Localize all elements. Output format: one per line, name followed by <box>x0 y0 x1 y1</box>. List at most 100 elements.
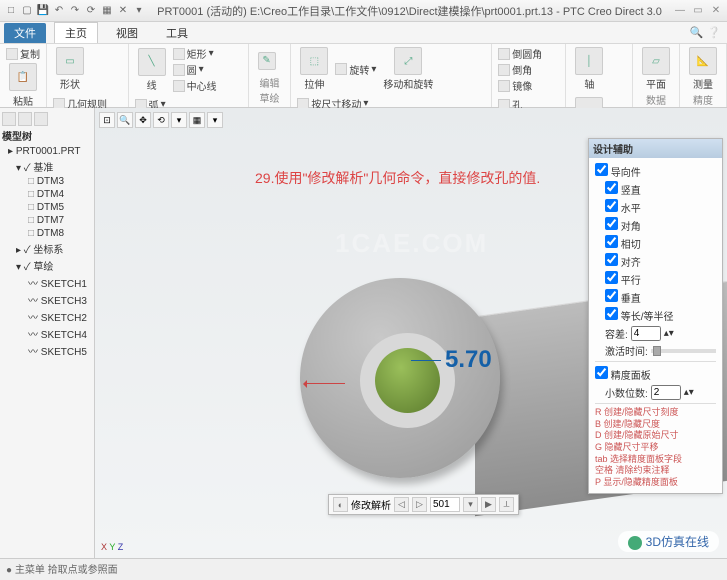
plane2-button[interactable]: ▱平面 <box>639 46 673 92</box>
measure-button[interactable]: 📐测量 <box>686 46 720 92</box>
check-align[interactable]: 对齐 <box>605 252 716 270</box>
delay-slider[interactable] <box>651 349 716 353</box>
model-tree[interactable]: ▸ PRT0001.PRT ▾ ✓ 基准 DTM3 DTM4 DTM5 DTM7… <box>2 145 92 359</box>
status-message: ● 主菜单 拾取点或参照面 <box>6 561 118 576</box>
ctx-value-input[interactable]: 501 <box>430 497 460 512</box>
decimals-input[interactable] <box>651 385 681 400</box>
open-icon[interactable]: ▢ <box>20 4 34 18</box>
tree-item[interactable]: DTM7 <box>2 214 92 227</box>
tree-csys-group[interactable]: ▸ ✓ 坐标系 <box>2 240 92 257</box>
centerline-button[interactable]: 中心线 <box>173 78 217 93</box>
ctx-cancel-icon[interactable]: ⟂ <box>499 497 514 512</box>
graphics-viewport[interactable]: ⊡ 🔍 ✥ ⟲ ▾ ▦ ▾ 29.使用"修改解析"几何命令，直接修改孔的值. 5… <box>95 108 727 558</box>
guide-section-check[interactable]: 导向件 <box>595 162 716 180</box>
axis-button[interactable]: │轴 <box>572 46 606 92</box>
pan-icon[interactable]: ✥ <box>135 112 151 128</box>
tree-expand-icon[interactable] <box>2 112 16 126</box>
hole-dimension[interactable]: 5.70 <box>411 346 492 374</box>
precision-section-check[interactable]: 精度面板 <box>595 365 716 383</box>
zoom-icon[interactable]: 🔍 <box>117 112 133 128</box>
maximize-icon[interactable]: ▭ <box>691 4 705 18</box>
extrude-button[interactable]: ⬚拉伸 <box>297 46 331 92</box>
regen-icon[interactable]: ⟳ <box>84 4 98 18</box>
new-icon[interactable]: □ <box>4 4 18 18</box>
save-icon[interactable]: 💾 <box>36 4 50 18</box>
style-dd-icon[interactable]: ▾ <box>207 112 223 128</box>
ctx-dd-icon[interactable]: ▾ <box>463 497 478 512</box>
check-tangent[interactable]: 相切 <box>605 234 716 252</box>
redo-icon[interactable]: ↷ <box>68 4 82 18</box>
data-group: ▱平面 数据 <box>633 44 680 107</box>
tolerance-row: 容差: ▴▾ <box>605 326 716 341</box>
tree-item[interactable]: 〰 SKETCH3 <box>2 291 92 308</box>
watermark: 1CAE.COM <box>335 228 488 259</box>
design-assist-panel: 设计辅助 导向件 竖直 水平 对角 相切 对齐 平行 垂直 等长/等半径 容差:… <box>588 138 723 494</box>
spinner-icon[interactable]: ▴▾ <box>664 328 674 339</box>
paste-button[interactable]: 📋粘贴 <box>6 62 40 109</box>
instruction-annotation: 29.使用"修改解析"几何命令，直接修改孔的值. <box>255 168 540 188</box>
windows-icon[interactable]: ▦ <box>100 4 114 18</box>
tree-item[interactable]: 〰 SKETCH4 <box>2 325 92 342</box>
dimension-arrow <box>305 383 345 384</box>
tolerance-input[interactable] <box>631 326 661 341</box>
tree-filter-icon[interactable] <box>18 112 32 126</box>
mirror-button[interactable]: 镜像 <box>498 78 542 93</box>
ctx-cmd-icon[interactable]: ◐ <box>333 497 348 512</box>
home-tab[interactable]: 主页 <box>54 22 98 43</box>
move-rotate-button[interactable]: ⤢移动和旋转 <box>380 46 436 92</box>
tree-sketch-group[interactable]: ▾ ✓ 草绘 <box>2 257 92 274</box>
ribbon-tabs: 文件 主页 视图 工具 🔍 ❔ <box>0 22 727 44</box>
tree-header: 模型树 <box>2 128 92 143</box>
view-dd-icon[interactable]: ▾ <box>171 112 187 128</box>
close-icon[interactable]: ✕ <box>709 4 723 18</box>
view-tab[interactable]: 视图 <box>106 23 148 43</box>
ctx-accept-icon[interactable]: ▶ <box>481 497 496 512</box>
minimize-icon[interactable]: — <box>673 4 687 18</box>
line-button[interactable]: ╲线 <box>135 47 169 93</box>
editsketch-group: ✎ 编辑草绘 <box>249 44 292 107</box>
more-icon[interactable]: ▾ <box>132 4 146 18</box>
tree-toolbar <box>2 112 92 126</box>
shape-select-button[interactable]: ▭形状 <box>53 46 87 92</box>
check-horizontal[interactable]: 水平 <box>605 198 716 216</box>
close-win-icon[interactable]: ✕ <box>116 4 130 18</box>
tree-item[interactable]: DTM3 <box>2 175 92 188</box>
data-label: 数据 <box>639 92 673 109</box>
help-icon[interactable]: ❔ <box>707 26 721 39</box>
file-tab[interactable]: 文件 <box>4 23 46 43</box>
round-button[interactable]: 倒圆角 <box>498 46 542 61</box>
tree-datum-group[interactable]: ▾ ✓ 基准 <box>2 158 92 175</box>
undo-icon[interactable]: ↶ <box>52 4 66 18</box>
tree-item[interactable]: DTM8 <box>2 227 92 240</box>
tree-item[interactable]: 〰 SKETCH1 <box>2 274 92 291</box>
tree-item[interactable]: 〰 SKETCH5 <box>2 342 92 359</box>
fit-icon[interactable]: ⊡ <box>99 112 115 128</box>
ctx-next-icon[interactable]: ▷ <box>412 497 427 512</box>
rotate-icon[interactable]: ⟲ <box>153 112 169 128</box>
check-vertical[interactable]: 竖直 <box>605 180 716 198</box>
style-icon[interactable]: ▦ <box>189 112 205 128</box>
tree-item[interactable]: DTM4 <box>2 188 92 201</box>
circle-button[interactable]: 圆▾ <box>173 62 217 77</box>
check-perp[interactable]: 垂直 <box>605 288 716 306</box>
tree-root[interactable]: ▸ PRT0001.PRT <box>2 145 92 158</box>
check-equal[interactable]: 等长/等半径 <box>605 306 716 324</box>
check-diagonal[interactable]: 对角 <box>605 216 716 234</box>
tree-item[interactable]: 〰 SKETCH2 <box>2 308 92 325</box>
rect-button[interactable]: 矩形▾ <box>173 46 217 61</box>
ctx-cmd-label: 修改解析 <box>351 497 391 512</box>
check-parallel[interactable]: 平行 <box>605 270 716 288</box>
ctx-prev-icon[interactable]: ◁ <box>394 497 409 512</box>
tools-tab[interactable]: 工具 <box>156 23 198 43</box>
revolve-button[interactable]: 旋转▾ <box>335 62 376 77</box>
search-icon[interactable]: 🔍 <box>690 26 704 39</box>
chamfer-button[interactable]: 倒角 <box>498 62 542 77</box>
shape-group: ⬚拉伸 旋转▾ ⤢移动和旋转 按尺寸移动▾ 修改解析 替代面 阵列 编辑 <box>291 44 492 107</box>
tree-item[interactable]: DTM5 <box>2 201 92 214</box>
spinner-icon[interactable]: ▴▾ <box>684 387 694 398</box>
copy-button[interactable]: 复制 <box>6 46 40 61</box>
editsketch-label: 编辑草绘 <box>255 75 285 107</box>
edit-sketch-button[interactable]: ✎ <box>255 51 279 71</box>
engineering-group: 倒圆角 倒角 镜像 孔 拔模 抽壳 工程 <box>492 44 566 107</box>
tree-settings-icon[interactable] <box>34 112 48 126</box>
